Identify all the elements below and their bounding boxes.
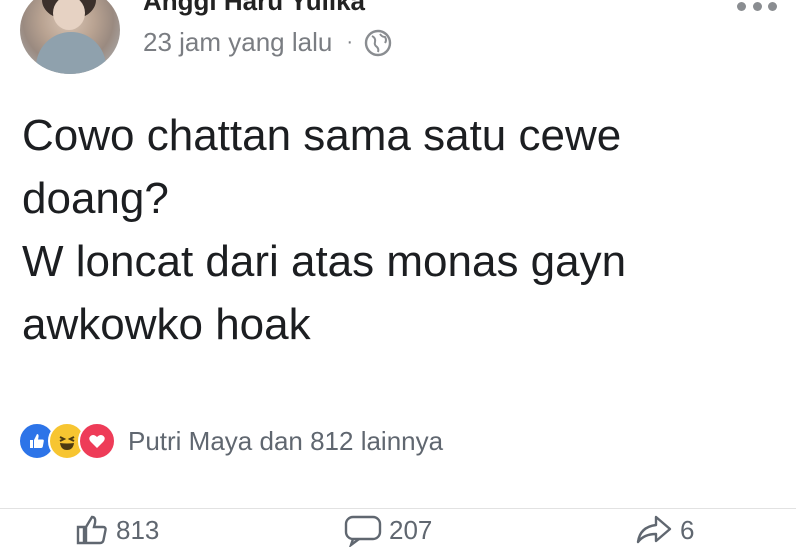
share-count: 6 xyxy=(680,514,695,545)
post-text-line: W loncat dari atas monas gayn xyxy=(22,237,627,286)
post-text-line: awkowko hoak xyxy=(22,300,311,349)
comment-icon xyxy=(344,515,382,547)
meta-separator: · xyxy=(346,31,354,53)
like-button[interactable]: 813 xyxy=(74,513,159,547)
comment-button[interactable]: 207 xyxy=(343,513,432,547)
post-body: Cowo chattan sama satu cewe doang? W lon… xyxy=(22,104,782,356)
post-timestamp[interactable]: 23 jam yang lalu xyxy=(143,27,332,58)
share-icon xyxy=(636,515,672,544)
globe-icon xyxy=(364,29,392,56)
post-action-bar: 813 207 6 xyxy=(0,508,796,549)
like-count: 813 xyxy=(116,514,160,545)
author-name[interactable]: Anggi Haru Yulika xyxy=(143,0,365,17)
reaction-icons xyxy=(18,422,116,460)
post-header: Anggi Haru Yulika 23 jam yang lalu · xyxy=(0,0,796,90)
reactions-label[interactable]: Putri Maya dan 812 lainnya xyxy=(128,426,443,457)
post-text-line: Cowo chattan sama satu cewe xyxy=(22,111,622,160)
love-icon xyxy=(78,422,116,460)
post-text-line: doang? xyxy=(22,174,169,223)
more-options-icon[interactable] xyxy=(737,0,777,14)
reactions-summary[interactable]: Putri Maya dan 812 lainnya xyxy=(18,422,443,460)
comment-count: 207 xyxy=(389,514,433,545)
post-meta: 23 jam yang lalu · xyxy=(143,27,393,58)
share-button[interactable]: 6 xyxy=(634,513,694,547)
avatar[interactable] xyxy=(20,0,120,74)
thumbs-up-icon xyxy=(76,515,107,545)
